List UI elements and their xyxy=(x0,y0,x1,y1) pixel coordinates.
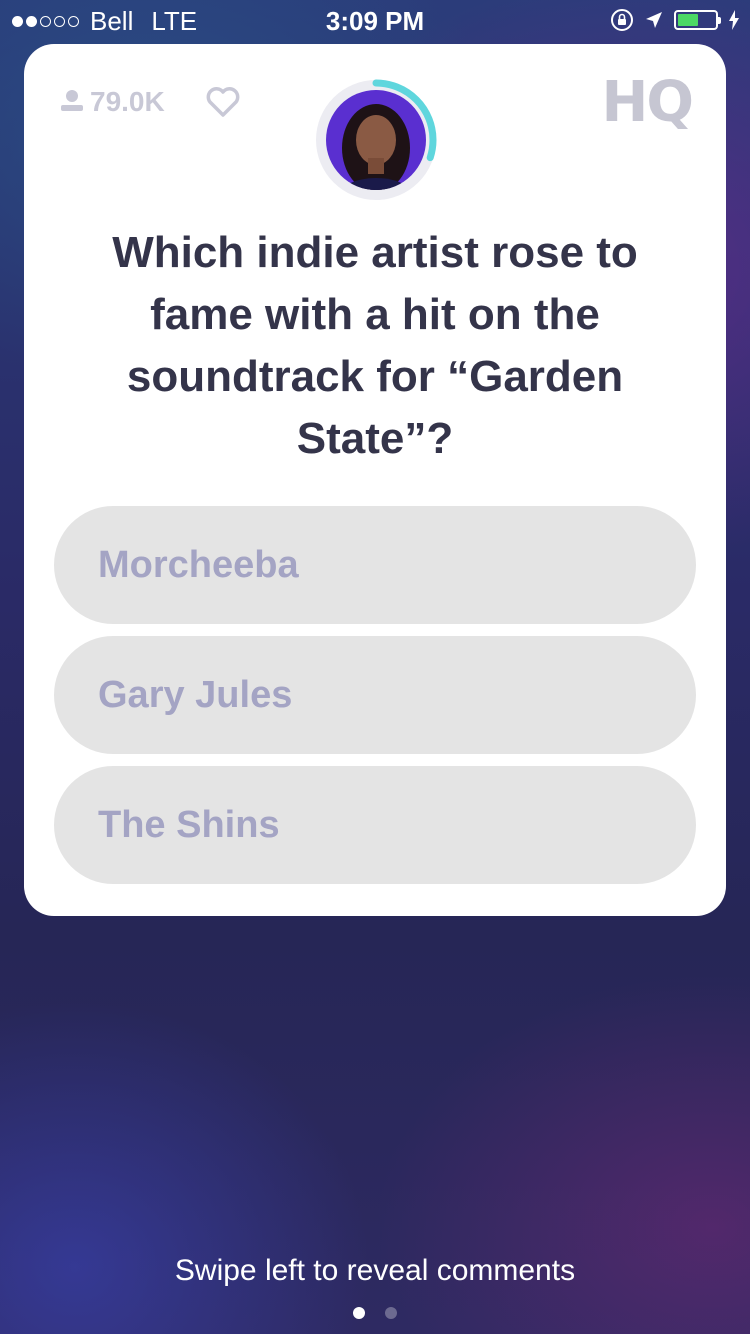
battery-fill xyxy=(678,14,698,26)
answer-option-3[interactable]: The Shins xyxy=(54,766,696,884)
status-bar: Bell LTE 3:09 PM xyxy=(0,0,750,40)
heart-icon[interactable] xyxy=(206,86,240,118)
person-icon xyxy=(61,90,83,111)
question-card: 79.0K HQ Which indie artist rose to fame… xyxy=(24,44,726,916)
battery-icon xyxy=(674,10,721,30)
host-photo xyxy=(326,90,426,190)
viewer-count-value: 79.0K xyxy=(90,86,165,117)
hq-logo: HQ xyxy=(601,70,694,135)
orientation-lock-icon xyxy=(611,9,633,31)
swipe-hint: Swipe left to reveal comments xyxy=(174,1254,576,1287)
status-right xyxy=(600,8,740,32)
question-text: Which indie artist rose to fame with a h… xyxy=(112,228,638,463)
answer-option-2[interactable]: Gary Jules xyxy=(54,636,696,754)
host-avatar xyxy=(315,79,437,201)
answer-option-1[interactable]: Morcheeba xyxy=(54,506,696,624)
page-dot[interactable] xyxy=(353,1307,365,1319)
page-indicator[interactable] xyxy=(0,1307,750,1319)
viewer-count: 79.0K xyxy=(60,86,165,118)
charging-bolt-icon xyxy=(729,10,739,30)
battery-nub xyxy=(718,17,721,24)
location-arrow-icon xyxy=(646,12,662,28)
page-dot[interactable] xyxy=(385,1307,397,1319)
